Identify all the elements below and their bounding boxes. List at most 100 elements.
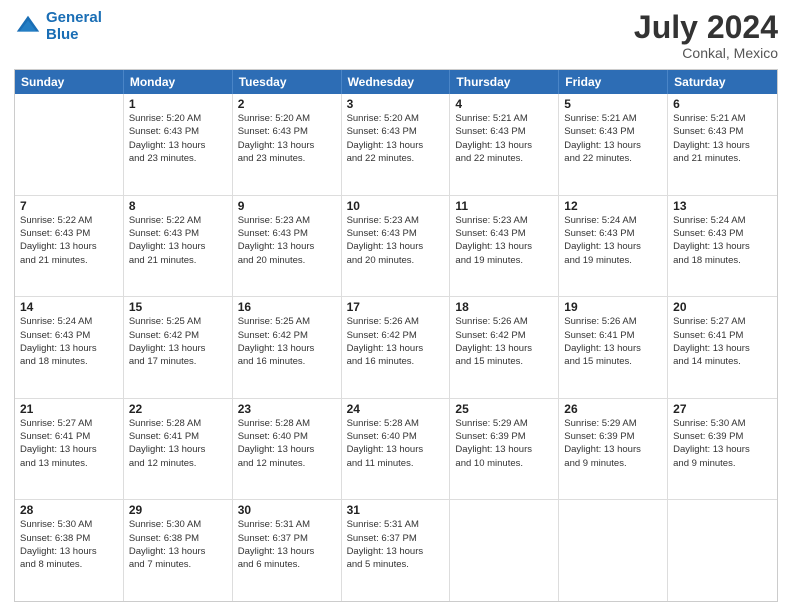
day-info: Sunrise: 5:21 AM Sunset: 6:43 PM Dayligh…: [455, 112, 553, 165]
calendar-cell: 10Sunrise: 5:23 AM Sunset: 6:43 PM Dayli…: [342, 196, 451, 297]
calendar-row: 28Sunrise: 5:30 AM Sunset: 6:38 PM Dayli…: [15, 500, 777, 601]
day-number: 1: [129, 97, 227, 111]
calendar-cell: [559, 500, 668, 601]
day-number: 28: [20, 503, 118, 517]
day-info: Sunrise: 5:27 AM Sunset: 6:41 PM Dayligh…: [20, 417, 118, 470]
calendar-cell: 7Sunrise: 5:22 AM Sunset: 6:43 PM Daylig…: [15, 196, 124, 297]
day-info: Sunrise: 5:22 AM Sunset: 6:43 PM Dayligh…: [20, 214, 118, 267]
day-info: Sunrise: 5:28 AM Sunset: 6:40 PM Dayligh…: [238, 417, 336, 470]
calendar-row: 1Sunrise: 5:20 AM Sunset: 6:43 PM Daylig…: [15, 94, 777, 196]
calendar-cell: 9Sunrise: 5:23 AM Sunset: 6:43 PM Daylig…: [233, 196, 342, 297]
day-info: Sunrise: 5:21 AM Sunset: 6:43 PM Dayligh…: [564, 112, 662, 165]
calendar-cell: 31Sunrise: 5:31 AM Sunset: 6:37 PM Dayli…: [342, 500, 451, 601]
day-info: Sunrise: 5:29 AM Sunset: 6:39 PM Dayligh…: [455, 417, 553, 470]
calendar-row: 21Sunrise: 5:27 AM Sunset: 6:41 PM Dayli…: [15, 399, 777, 501]
calendar-cell: 18Sunrise: 5:26 AM Sunset: 6:42 PM Dayli…: [450, 297, 559, 398]
day-number: 21: [20, 402, 118, 416]
calendar-cell: 1Sunrise: 5:20 AM Sunset: 6:43 PM Daylig…: [124, 94, 233, 195]
calendar-cell: 22Sunrise: 5:28 AM Sunset: 6:41 PM Dayli…: [124, 399, 233, 500]
day-number: 22: [129, 402, 227, 416]
day-number: 6: [673, 97, 772, 111]
calendar-cell: 19Sunrise: 5:26 AM Sunset: 6:41 PM Dayli…: [559, 297, 668, 398]
header: General Blue July 2024 Conkal, Mexico: [14, 10, 778, 61]
calendar-cell: 16Sunrise: 5:25 AM Sunset: 6:42 PM Dayli…: [233, 297, 342, 398]
day-number: 5: [564, 97, 662, 111]
calendar-cell: 25Sunrise: 5:29 AM Sunset: 6:39 PM Dayli…: [450, 399, 559, 500]
day-number: 23: [238, 402, 336, 416]
day-info: Sunrise: 5:23 AM Sunset: 6:43 PM Dayligh…: [238, 214, 336, 267]
calendar-cell: 28Sunrise: 5:30 AM Sunset: 6:38 PM Dayli…: [15, 500, 124, 601]
day-number: 26: [564, 402, 662, 416]
day-number: 8: [129, 199, 227, 213]
day-number: 30: [238, 503, 336, 517]
day-info: Sunrise: 5:23 AM Sunset: 6:43 PM Dayligh…: [347, 214, 445, 267]
logo-text: General Blue: [46, 10, 102, 43]
day-info: Sunrise: 5:20 AM Sunset: 6:43 PM Dayligh…: [129, 112, 227, 165]
header-day: Wednesday: [342, 70, 451, 94]
day-info: Sunrise: 5:30 AM Sunset: 6:38 PM Dayligh…: [20, 518, 118, 571]
day-number: 31: [347, 503, 445, 517]
page: General Blue July 2024 Conkal, Mexico Su…: [0, 0, 792, 612]
day-number: 4: [455, 97, 553, 111]
day-info: Sunrise: 5:31 AM Sunset: 6:37 PM Dayligh…: [347, 518, 445, 571]
day-info: Sunrise: 5:24 AM Sunset: 6:43 PM Dayligh…: [564, 214, 662, 267]
calendar-cell: 26Sunrise: 5:29 AM Sunset: 6:39 PM Dayli…: [559, 399, 668, 500]
calendar-cell: 3Sunrise: 5:20 AM Sunset: 6:43 PM Daylig…: [342, 94, 451, 195]
calendar-cell: [450, 500, 559, 601]
day-number: 17: [347, 300, 445, 314]
calendar-cell: 20Sunrise: 5:27 AM Sunset: 6:41 PM Dayli…: [668, 297, 777, 398]
calendar-cell: [15, 94, 124, 195]
day-info: Sunrise: 5:24 AM Sunset: 6:43 PM Dayligh…: [673, 214, 772, 267]
day-number: 24: [347, 402, 445, 416]
day-number: 11: [455, 199, 553, 213]
logo: General Blue: [14, 10, 102, 43]
day-info: Sunrise: 5:26 AM Sunset: 6:42 PM Dayligh…: [347, 315, 445, 368]
day-info: Sunrise: 5:26 AM Sunset: 6:41 PM Dayligh…: [564, 315, 662, 368]
header-day: Friday: [559, 70, 668, 94]
day-number: 19: [564, 300, 662, 314]
day-info: Sunrise: 5:20 AM Sunset: 6:43 PM Dayligh…: [238, 112, 336, 165]
header-day: Tuesday: [233, 70, 342, 94]
calendar-cell: 29Sunrise: 5:30 AM Sunset: 6:38 PM Dayli…: [124, 500, 233, 601]
calendar-row: 7Sunrise: 5:22 AM Sunset: 6:43 PM Daylig…: [15, 196, 777, 298]
calendar-cell: 2Sunrise: 5:20 AM Sunset: 6:43 PM Daylig…: [233, 94, 342, 195]
calendar-cell: 13Sunrise: 5:24 AM Sunset: 6:43 PM Dayli…: [668, 196, 777, 297]
day-info: Sunrise: 5:22 AM Sunset: 6:43 PM Dayligh…: [129, 214, 227, 267]
main-title: July 2024: [634, 10, 778, 45]
day-number: 25: [455, 402, 553, 416]
header-day: Monday: [124, 70, 233, 94]
day-info: Sunrise: 5:21 AM Sunset: 6:43 PM Dayligh…: [673, 112, 772, 165]
calendar-cell: 4Sunrise: 5:21 AM Sunset: 6:43 PM Daylig…: [450, 94, 559, 195]
day-info: Sunrise: 5:31 AM Sunset: 6:37 PM Dayligh…: [238, 518, 336, 571]
day-info: Sunrise: 5:23 AM Sunset: 6:43 PM Dayligh…: [455, 214, 553, 267]
day-info: Sunrise: 5:27 AM Sunset: 6:41 PM Dayligh…: [673, 315, 772, 368]
day-info: Sunrise: 5:25 AM Sunset: 6:42 PM Dayligh…: [129, 315, 227, 368]
title-block: July 2024 Conkal, Mexico: [634, 10, 778, 61]
day-number: 14: [20, 300, 118, 314]
day-number: 27: [673, 402, 772, 416]
calendar-cell: 21Sunrise: 5:27 AM Sunset: 6:41 PM Dayli…: [15, 399, 124, 500]
calendar-cell: 11Sunrise: 5:23 AM Sunset: 6:43 PM Dayli…: [450, 196, 559, 297]
day-number: 2: [238, 97, 336, 111]
day-info: Sunrise: 5:26 AM Sunset: 6:42 PM Dayligh…: [455, 315, 553, 368]
day-number: 3: [347, 97, 445, 111]
day-number: 9: [238, 199, 336, 213]
subtitle: Conkal, Mexico: [634, 45, 778, 61]
header-day: Thursday: [450, 70, 559, 94]
day-number: 18: [455, 300, 553, 314]
day-info: Sunrise: 5:24 AM Sunset: 6:43 PM Dayligh…: [20, 315, 118, 368]
day-number: 7: [20, 199, 118, 213]
calendar-cell: 30Sunrise: 5:31 AM Sunset: 6:37 PM Dayli…: [233, 500, 342, 601]
day-number: 16: [238, 300, 336, 314]
day-number: 13: [673, 199, 772, 213]
day-info: Sunrise: 5:20 AM Sunset: 6:43 PM Dayligh…: [347, 112, 445, 165]
calendar-cell: 8Sunrise: 5:22 AM Sunset: 6:43 PM Daylig…: [124, 196, 233, 297]
calendar: SundayMondayTuesdayWednesdayThursdayFrid…: [14, 69, 778, 602]
calendar-cell: 17Sunrise: 5:26 AM Sunset: 6:42 PM Dayli…: [342, 297, 451, 398]
day-number: 12: [564, 199, 662, 213]
calendar-cell: 5Sunrise: 5:21 AM Sunset: 6:43 PM Daylig…: [559, 94, 668, 195]
day-info: Sunrise: 5:28 AM Sunset: 6:41 PM Dayligh…: [129, 417, 227, 470]
day-info: Sunrise: 5:29 AM Sunset: 6:39 PM Dayligh…: [564, 417, 662, 470]
calendar-cell: 27Sunrise: 5:30 AM Sunset: 6:39 PM Dayli…: [668, 399, 777, 500]
day-info: Sunrise: 5:25 AM Sunset: 6:42 PM Dayligh…: [238, 315, 336, 368]
